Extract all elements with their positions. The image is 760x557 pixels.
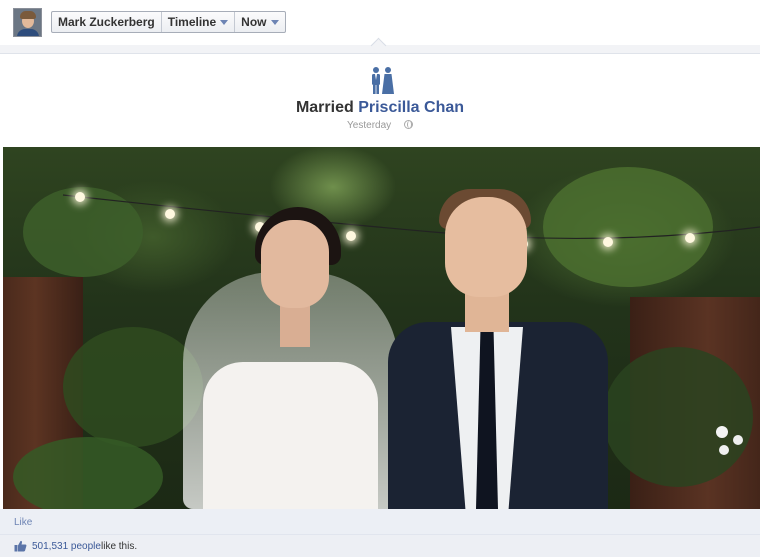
thumbs-up-icon	[14, 540, 27, 552]
chevron-down-icon	[270, 19, 279, 25]
groom-face	[445, 197, 527, 297]
string-lights	[62, 194, 760, 240]
light-bulb	[603, 237, 613, 247]
event-type-label: Married	[295, 99, 354, 116]
foliage	[63, 327, 203, 447]
light-bulb	[165, 209, 175, 219]
likes-summary: 501,531 people like this.	[0, 534, 760, 557]
light-bulb	[685, 233, 695, 243]
event-timestamp[interactable]: Yesterday	[347, 120, 391, 131]
likes-count-link[interactable]: 501,531 people	[32, 541, 101, 552]
light-bulb	[75, 192, 85, 202]
partner-name-link[interactable]: Priscilla Chan	[358, 99, 464, 116]
globe-icon[interactable]	[403, 120, 413, 129]
foliage	[13, 437, 163, 509]
wedding-photo[interactable]	[3, 147, 760, 509]
likes-suffix: like this.	[101, 541, 138, 552]
foliage	[603, 347, 753, 487]
story-footer: Like 501,531 people like this.	[0, 509, 760, 557]
timeline-breadcrumb: Mark Zuckerberg Timeline Now	[51, 11, 286, 33]
avatar-shirt	[17, 29, 39, 36]
period-dropdown[interactable]: Now	[234, 12, 284, 32]
profile-name-label: Mark Zuckerberg	[58, 15, 155, 29]
married-couple-icon	[372, 67, 394, 94]
timeline-label: Timeline	[167, 15, 217, 29]
event-meta: Yesterday	[0, 120, 760, 131]
like-button[interactable]: Like	[14, 517, 32, 528]
avatar-hair	[20, 11, 36, 19]
bride-dress	[203, 362, 378, 509]
period-label: Now	[241, 15, 267, 29]
white-flowers	[716, 426, 743, 455]
bride-face	[261, 220, 329, 308]
profile-name-link[interactable]: Mark Zuckerberg	[52, 12, 161, 32]
profile-avatar[interactable]	[13, 8, 42, 37]
chevron-down-icon	[220, 19, 229, 25]
light-bulb	[346, 231, 356, 241]
event-title: Married Priscilla Chan	[0, 99, 760, 117]
timeline-dropdown[interactable]: Timeline	[160, 12, 234, 32]
